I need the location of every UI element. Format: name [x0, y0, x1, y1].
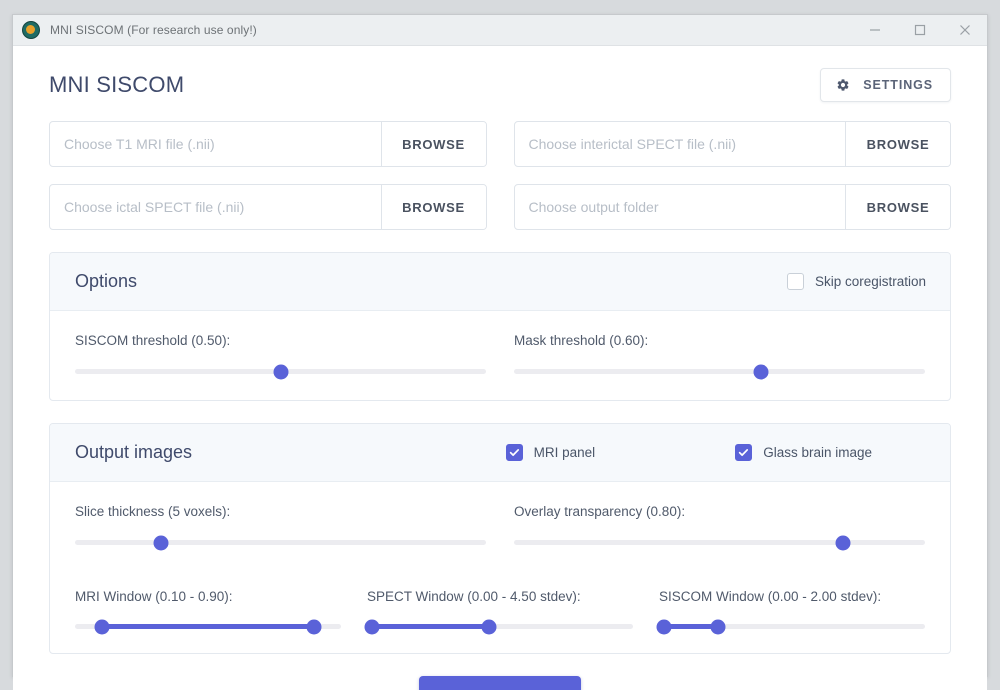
spect-window-thumb-max[interactable]: [481, 619, 497, 634]
siscom-threshold-group: SISCOM threshold (0.50):: [75, 311, 486, 400]
t1-mri-input[interactable]: [50, 122, 381, 166]
output-slider-row-1: Slice thickness (5 voxels): Overlay tran…: [75, 482, 925, 571]
window-controls: [852, 15, 987, 45]
mask-threshold-slider[interactable]: [514, 364, 925, 379]
spect-window-label: SPECT Window (0.00 - 4.50 stdev):: [367, 589, 581, 604]
page-content: MNI SISCOM SETTINGS BROWSE: [13, 46, 987, 690]
overlay-transparency-label: Overlay transparency (0.80):: [514, 504, 686, 519]
maximize-icon[interactable]: [897, 15, 942, 45]
glass-brain-label: Glass brain image: [763, 445, 872, 460]
footer: COMPUTE: [49, 676, 951, 690]
checkbox-box-mri-panel: [505, 444, 523, 461]
mri-window-fill: [101, 624, 315, 629]
file-field-interictal-spect: BROWSE: [513, 121, 951, 167]
browse-button-interictal-spect[interactable]: BROWSE: [845, 122, 950, 166]
output-images-panel: Output images MRI panel Glass brain imag…: [49, 423, 951, 654]
options-panel-title: Options: [75, 271, 138, 291]
window-title: MNI SISCOM (For research use only!): [50, 23, 257, 37]
file-field-ictal-spect: BROWSE: [49, 184, 487, 230]
checkbox-box-skip-coregistration: [786, 273, 804, 290]
compute-button[interactable]: COMPUTE: [419, 676, 581, 690]
mri-window-group: MRI Window (0.10 - 0.90):: [75, 571, 341, 653]
page-title: MNI SISCOM: [49, 72, 185, 97]
browse-button-ictal-spect[interactable]: BROWSE: [380, 185, 486, 229]
spect-window-fill: [372, 624, 490, 629]
browse-button-output-folder[interactable]: BROWSE: [845, 185, 950, 229]
output-slider-row-2: MRI Window (0.10 - 0.90): SPECT Window (…: [75, 571, 925, 653]
mask-threshold-thumb[interactable]: [753, 364, 769, 379]
glass-brain-checkbox[interactable]: Glass brain image: [735, 444, 872, 461]
options-panel-header-controls: Skip coregistration: [786, 273, 926, 290]
browse-button-t1-mri[interactable]: BROWSE: [380, 122, 486, 166]
ictal-spect-input[interactable]: [50, 185, 381, 229]
overlay-transparency-slider[interactable]: [514, 535, 925, 550]
siscom-window-group: SISCOM Window (0.00 - 2.00 stdev):: [656, 571, 925, 653]
checkbox-box-glass-brain: [735, 444, 753, 461]
settings-button[interactable]: SETTINGS: [820, 68, 951, 102]
mri-window-slider[interactable]: [75, 619, 341, 634]
siscom-threshold-thumb[interactable]: [273, 364, 288, 379]
siscom-window-thumb-min[interactable]: [656, 619, 672, 634]
file-field-t1-mri: BROWSE: [49, 121, 487, 167]
spect-window-group: SPECT Window (0.00 - 4.50 stdev):: [364, 571, 633, 653]
mri-panel-checkbox[interactable]: MRI panel: [505, 444, 596, 461]
mri-window-thumb-max[interactable]: [306, 619, 322, 634]
title-bar: MNI SISCOM (For research use only!): [13, 15, 987, 46]
siscom-window-slider[interactable]: [656, 619, 925, 634]
mri-window-thumb-min[interactable]: [94, 619, 110, 634]
file-picker-grid: BROWSE BROWSE BROWSE BROWSE: [49, 121, 951, 230]
output-images-panel-header: Output images MRI panel Glass brain imag…: [50, 424, 950, 482]
options-slider-row: SISCOM threshold (0.50): Mask threshold …: [75, 311, 925, 400]
output-images-header-controls: MRI panel Glass brain image: [505, 444, 926, 461]
slice-thickness-thumb[interactable]: [153, 535, 169, 550]
spect-window-slider[interactable]: [364, 619, 633, 634]
app-icon: [22, 21, 40, 39]
slice-thickness-slider[interactable]: [75, 535, 486, 550]
minimize-icon[interactable]: [852, 15, 897, 45]
options-panel: Options Skip coregistration SISCOM thres…: [49, 252, 951, 401]
file-field-output-folder: BROWSE: [513, 184, 951, 230]
skip-coregistration-checkbox[interactable]: Skip coregistration: [786, 273, 926, 290]
siscom-threshold-label: SISCOM threshold (0.50):: [75, 333, 231, 348]
page-header: MNI SISCOM SETTINGS: [49, 68, 951, 102]
skip-coregistration-label: Skip coregistration: [814, 274, 926, 289]
gear-icon: [836, 78, 850, 92]
close-icon[interactable]: [942, 15, 987, 45]
mask-threshold-label: Mask threshold (0.60):: [514, 333, 649, 348]
slice-thickness-group: Slice thickness (5 voxels):: [75, 482, 486, 571]
settings-button-label: SETTINGS: [863, 78, 933, 92]
application-window: MNI SISCOM (For research use only!) MNI …: [12, 14, 988, 690]
options-panel-body: SISCOM threshold (0.50): Mask threshold …: [50, 311, 950, 400]
options-panel-header: Options Skip coregistration: [50, 253, 950, 311]
overlay-transparency-thumb[interactable]: [835, 535, 851, 550]
output-folder-input[interactable]: [514, 185, 845, 229]
siscom-window-thumb-max[interactable]: [710, 619, 726, 634]
overlay-transparency-group: Overlay transparency (0.80):: [514, 482, 925, 571]
mri-panel-label: MRI panel: [533, 445, 596, 460]
mask-threshold-group: Mask threshold (0.60):: [514, 311, 925, 400]
output-images-panel-body: Slice thickness (5 voxels): Overlay tran…: [50, 482, 950, 653]
slice-thickness-label: Slice thickness (5 voxels):: [75, 504, 231, 519]
spect-window-thumb-min[interactable]: [364, 619, 380, 634]
app-root: MNI SISCOM (For research use only!) MNI …: [0, 0, 1000, 690]
output-images-panel-title: Output images: [75, 442, 193, 462]
siscom-threshold-slider[interactable]: [75, 364, 486, 379]
mri-window-label: MRI Window (0.10 - 0.90):: [75, 589, 233, 604]
interictal-spect-input[interactable]: [514, 122, 845, 166]
siscom-window-label: SISCOM Window (0.00 - 2.00 stdev):: [659, 589, 882, 604]
